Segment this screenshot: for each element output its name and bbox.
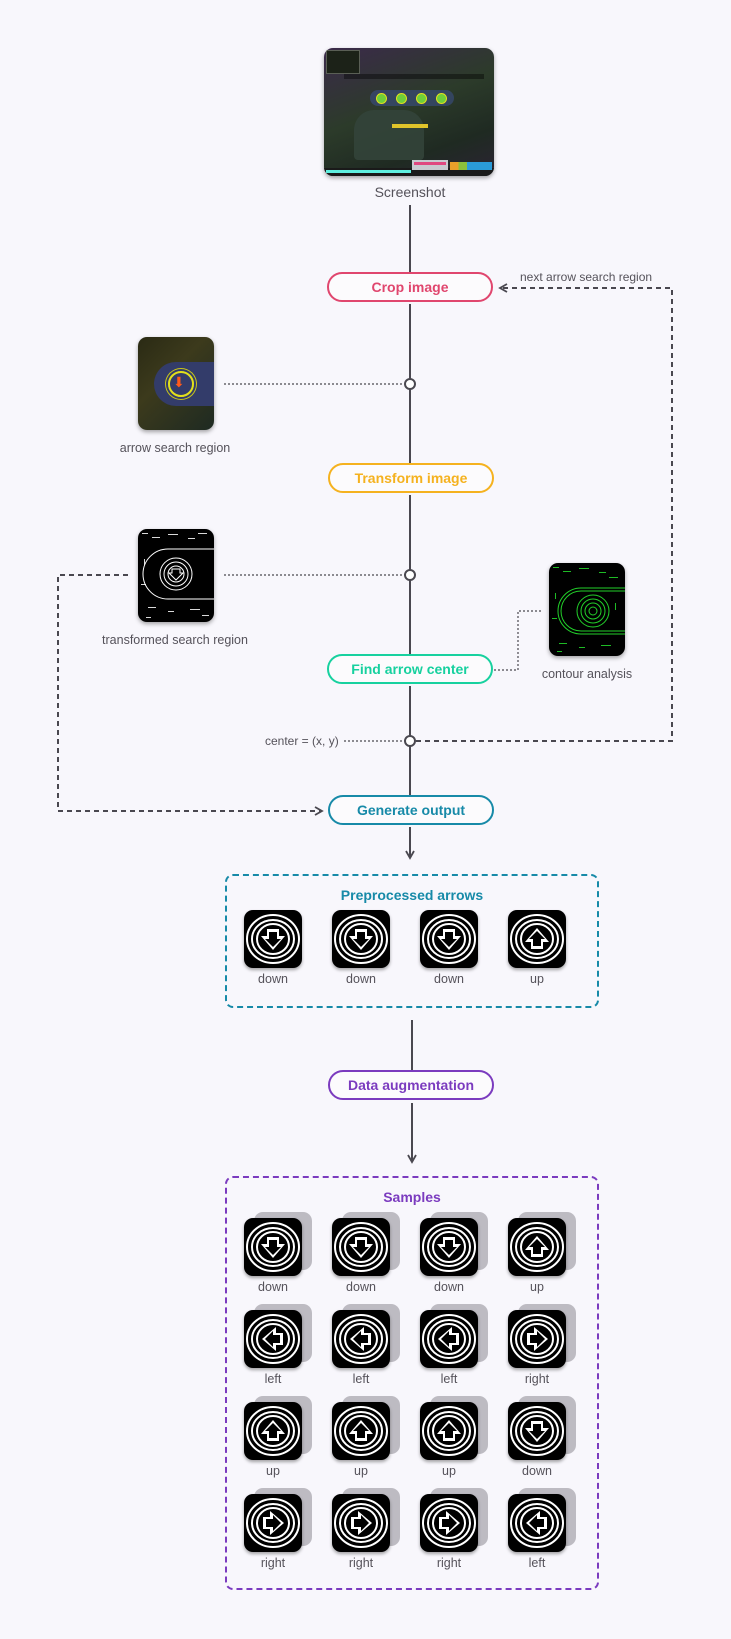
status-box xyxy=(412,160,448,170)
preprocessed-arrows-group: Preprocessed arrows down down down up xyxy=(225,874,599,1008)
samples-title: Samples xyxy=(383,1189,441,1205)
sample-arrow-image xyxy=(420,1310,478,1368)
sample-arrow-image xyxy=(508,1310,566,1368)
arrow-key-1 xyxy=(376,93,387,104)
pre-arrow-image xyxy=(508,910,566,968)
pre-arrow-label: down xyxy=(346,972,376,986)
transform-image-node[interactable]: Transform image xyxy=(328,463,494,493)
sample-arrow-image xyxy=(244,1494,302,1552)
data-augmentation-node[interactable]: Data augmentation xyxy=(328,1070,494,1100)
sample-arrow-image xyxy=(332,1310,390,1368)
sample-arrow-label: down xyxy=(258,1280,288,1294)
screenshot-label: Screenshot xyxy=(374,184,446,200)
sample-arrow-label: down xyxy=(522,1464,552,1478)
crop-image-node[interactable]: Crop image xyxy=(327,272,493,302)
center-label: center = (x, y) xyxy=(265,734,339,748)
contour-analysis-label: contour analysis xyxy=(541,667,633,681)
sample-arrow-label: down xyxy=(434,1280,464,1294)
pre-arrow-label: down xyxy=(258,972,288,986)
sample-arrow-label: left xyxy=(352,1372,370,1386)
sample-arrow-label: right xyxy=(524,1372,550,1386)
sample-arrow-label: left xyxy=(264,1372,282,1386)
sample-arrow-image xyxy=(244,1402,302,1460)
sample-arrow-label: right xyxy=(348,1556,374,1570)
screenshot-thumbnail xyxy=(324,48,494,176)
sample-arrow-label: up xyxy=(354,1464,368,1478)
minimap xyxy=(326,50,360,74)
sample-arrow-label: up xyxy=(442,1464,456,1478)
tap-center xyxy=(404,735,416,747)
pre-arrow-image xyxy=(332,910,390,968)
pre-arrow-label: up xyxy=(530,972,544,986)
sample-arrow-image xyxy=(508,1494,566,1552)
player-nameplate xyxy=(392,124,428,128)
statue xyxy=(354,110,424,160)
sample-arrow-image xyxy=(332,1402,390,1460)
pre-arrow-image xyxy=(244,910,302,968)
sample-arrow-image xyxy=(420,1218,478,1276)
generate-output-node[interactable]: Generate output xyxy=(328,795,494,825)
sample-arrow-label: down xyxy=(346,1280,376,1294)
sample-arrow-label: right xyxy=(436,1556,462,1570)
transformed-search-region-label: transformed search region xyxy=(102,633,248,647)
transformed-search-region-image xyxy=(138,529,214,622)
next-region-label: next arrow search region xyxy=(520,270,653,284)
sample-arrow-image xyxy=(508,1218,566,1276)
sample-arrow-image xyxy=(420,1494,478,1552)
arrow-key-3 xyxy=(416,93,427,104)
arrow-search-region-label: arrow search region xyxy=(119,441,231,455)
samples-group: Samples down down down up left left left… xyxy=(225,1176,599,1590)
sample-arrow-image xyxy=(244,1310,302,1368)
pre-arrow-image xyxy=(420,910,478,968)
exp-bar xyxy=(326,170,411,173)
sample-arrow-label: up xyxy=(530,1280,544,1294)
quickslots xyxy=(450,162,492,170)
sample-arrow-label: left xyxy=(528,1556,546,1570)
transformed-edges xyxy=(141,533,214,618)
sample-arrow-label: right xyxy=(260,1556,286,1570)
arrow-key-2 xyxy=(396,93,407,104)
arrow-key-4 xyxy=(436,93,447,104)
sample-arrow-label: up xyxy=(266,1464,280,1478)
sample-arrow-image xyxy=(332,1494,390,1552)
tap-search-region xyxy=(404,378,416,390)
sample-arrow-label: left xyxy=(440,1372,458,1386)
sample-arrow-image xyxy=(420,1402,478,1460)
tap-transformed-region xyxy=(404,569,416,581)
contour-edges xyxy=(552,567,625,652)
find-arrow-center-node[interactable]: Find arrow center xyxy=(327,654,493,684)
arrow-search-region-image: ⬇ xyxy=(138,337,214,430)
down-arrow-icon: ⬇ xyxy=(173,374,185,390)
contour-analysis-image xyxy=(549,563,625,656)
sample-arrow-image xyxy=(332,1218,390,1276)
pre-arrow-label: down xyxy=(434,972,464,986)
preprocessed-arrows-title: Preprocessed arrows xyxy=(340,887,484,903)
sample-arrow-image xyxy=(508,1402,566,1460)
game-hint-text xyxy=(344,74,484,79)
sample-arrow-image xyxy=(244,1218,302,1276)
